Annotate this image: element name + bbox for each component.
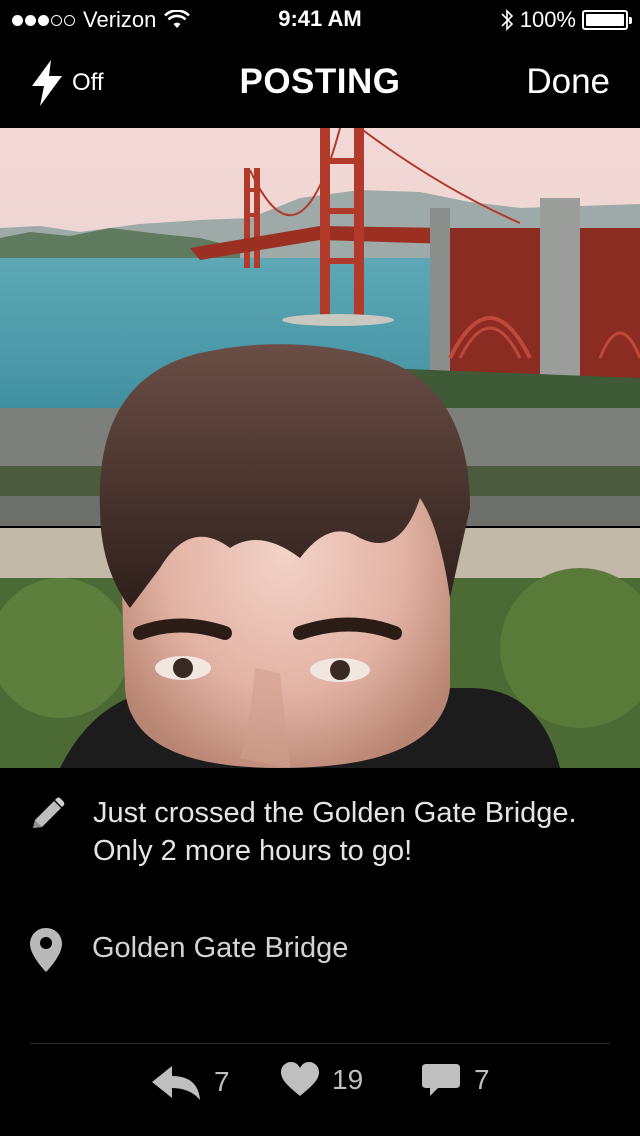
nav-bar: Off POSTING Done: [0, 40, 640, 128]
bluetooth-icon: [501, 9, 513, 31]
done-button[interactable]: Done: [526, 62, 610, 102]
post-photo: [0, 128, 640, 768]
location-row[interactable]: Golden Gate Bridge: [0, 910, 640, 990]
location-name: Golden Gate Bridge: [92, 932, 349, 964]
comment-icon: [422, 1064, 460, 1096]
divider: [30, 1043, 610, 1044]
like-count: 19: [332, 1064, 364, 1095]
selfie-golden-gate-image: [0, 128, 640, 768]
caption-row[interactable]: Just crossed the Golden Gate Bridge. Onl…: [0, 768, 640, 898]
reblog-count: 7: [214, 1066, 230, 1097]
reblog-icon: [152, 1066, 200, 1100]
battery-icon: [582, 10, 632, 30]
post-actions: 7 19 7: [0, 1062, 640, 1122]
location-pin-icon: [30, 928, 62, 972]
status-right: 100%: [500, 7, 632, 33]
reblog-button[interactable]: 7: [150, 1062, 230, 1102]
post-caption: Just crossed the Golden Gate Bridge. Onl…: [93, 797, 577, 867]
battery-percent: 100%: [519, 7, 576, 32]
heart-icon: [281, 1062, 319, 1096]
like-button[interactable]: 19: [280, 1062, 363, 1098]
reply-button[interactable]: 7: [420, 1062, 490, 1098]
pencil-icon: [33, 797, 65, 828]
reply-count: 7: [474, 1064, 490, 1095]
status-bar: Verizon 9:41 AM 100%: [0, 0, 640, 40]
